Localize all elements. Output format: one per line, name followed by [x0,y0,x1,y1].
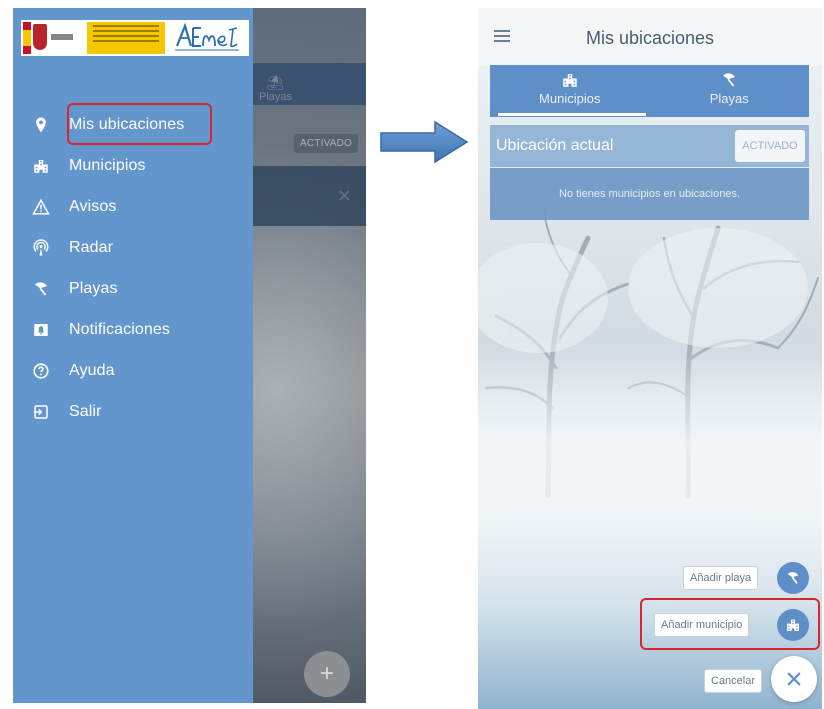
coat-of-arms-icon [33,24,47,50]
buildings-icon [490,71,650,89]
notification-icon [13,321,69,339]
drawer-item-label: Salir [69,402,102,420]
drawer-item-ayuda[interactable]: Ayuda [13,350,253,391]
drawer-item-municipios[interactable]: Municipios [13,145,253,186]
aemet-logo-banner [21,20,249,56]
spain-flag-stripe [23,22,31,54]
drawer-item-playas[interactable]: Playas [13,268,253,309]
underlying-message: ✕ [251,166,366,226]
location-pin-icon [13,116,69,134]
beach-umbrella-icon [650,71,810,89]
close-icon [787,672,801,686]
page-title: Mis ubicaciones [585,28,715,48]
empty-state-message: No tienes municipios en ubicaciones. [490,168,809,220]
aemet-logo [175,22,239,51]
highlight-box-mis-ubicaciones [67,103,212,145]
current-location-toggle[interactable]: ACTIVADO [735,130,805,162]
underlying-playas-tab: ⛱ Playas [259,74,293,103]
underlying-activado-toggle: ACTIVADO [294,134,358,153]
tab-municipios[interactable]: Municipios [490,65,650,117]
radar-icon [13,238,69,257]
drawer-item-label: Avisos [69,197,117,215]
tab-playas[interactable]: Playas [650,65,810,117]
tab-label: Playas [709,91,749,106]
ministry-block [87,22,165,54]
drawer-item-label: Radar [69,238,114,256]
exit-icon [13,403,69,421]
current-location-row: Ubicación actual ACTIVADO [490,125,809,167]
drawer-menu: Mis ubicaciones Municipios Avisos Radar [13,104,253,432]
warning-triangle-icon [13,198,69,216]
help-icon [13,362,69,380]
left-phone-screenshot: ⛱ Playas ACTIVADO ✕ + Mis ubicaciones Mu… [13,8,366,703]
government-text-block [51,34,73,40]
add-fab-button[interactable]: + [304,651,350,697]
drawer-item-label: Ayuda [69,361,115,379]
right-phone-screenshot: Mis ubicaciones Municipios Playas Ubicac… [478,8,822,709]
beach-umbrella-icon [787,572,799,584]
drawer-item-avisos[interactable]: Avisos [13,186,253,227]
highlight-box-add-municipality [640,598,820,650]
drawer-item-salir[interactable]: Salir [13,391,253,432]
current-location-label: Ubicación actual [496,137,614,154]
drawer-item-label: Notificaciones [69,320,171,338]
tab-label: Municipios [539,91,601,106]
navigation-drawer: Mis ubicaciones Municipios Avisos Radar [13,8,253,703]
close-fab-button[interactable] [771,656,817,702]
app-bar: Mis ubicaciones [478,8,822,66]
drawer-item-label: Municipios [69,156,146,174]
drawer-item-radar[interactable]: Radar [13,227,253,268]
beach-umbrella-icon [13,280,69,298]
add-beach-label[interactable]: Añadir playa [683,566,759,590]
close-icon: ✕ [336,186,352,206]
tab-bar: Municipios Playas [490,65,809,117]
arrow-right-icon [380,120,469,164]
drawer-item-label: Playas [69,279,118,297]
fog-overlay [478,338,822,598]
active-tab-indicator [498,113,646,116]
underlying-location-row: ACTIVADO [251,126,366,164]
buildings-icon [13,157,69,175]
add-beach-button[interactable] [777,562,809,594]
drawer-item-notificaciones[interactable]: Notificaciones [13,309,253,350]
cancel-label[interactable]: Cancelar [704,669,763,693]
